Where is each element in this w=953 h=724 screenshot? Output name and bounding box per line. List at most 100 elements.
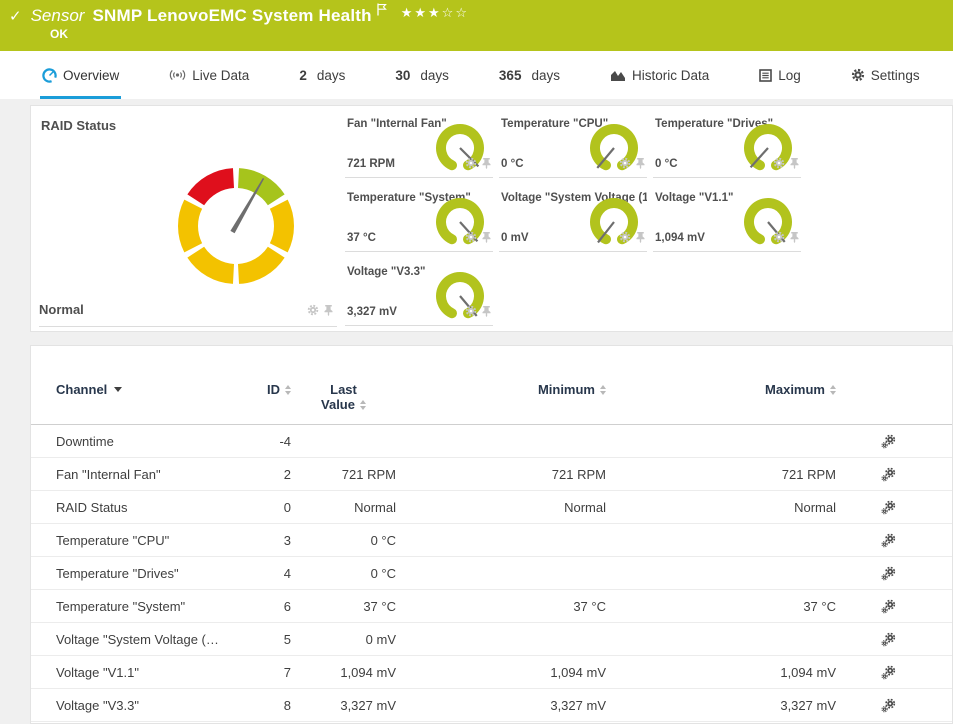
pin-icon[interactable] [481,156,492,174]
table-header-row: Channel ID Last Value Minimum Maximum [31,382,952,425]
tab-settings-label: Settings [871,68,920,83]
table-row[interactable]: Voltage "System Voltage (… 5 0 mV [31,623,952,656]
mini-gauge-value: 0 °C [655,158,678,170]
tab-365-days[interactable]: 365days [497,51,562,99]
gear-icon[interactable] [619,156,631,174]
priority-stars[interactable]: ★★★☆☆ [401,5,469,21]
channel-minimum: 37 °C [396,599,606,614]
channel-name: Fan "Internal Fan" [56,467,251,482]
gear-icon[interactable] [773,156,785,174]
table-row[interactable]: Voltage "V3.3" 8 3,327 mV 3,327 mV 3,327… [31,689,952,722]
sort-icon [360,400,366,410]
channel-name: Temperature "System" [56,599,251,614]
pin-icon[interactable] [481,230,492,248]
pin-icon[interactable] [789,230,800,248]
pin-icon[interactable] [635,156,646,174]
tab-2-days[interactable]: 2days [297,51,347,99]
channel-last-value: 721 RPM [291,467,396,482]
object-kind-label: Sensor [31,6,85,26]
pin-icon[interactable] [635,230,646,248]
channel-settings-button[interactable] [836,566,941,581]
sensor-header-bar: ✓ Sensor SNMP LenovoEMC System Health ★★… [0,0,953,51]
table-row[interactable]: Voltage "V1.1" 7 1,094 mV 1,094 mV 1,094… [31,656,952,689]
table-row[interactable]: Temperature "CPU" 3 0 °C [31,524,952,557]
gear-icon[interactable] [465,156,477,174]
channel-id: 7 [251,665,291,680]
gauge-icon [42,68,57,83]
channel-id: 6 [251,599,291,614]
channel-settings-button[interactable] [836,500,941,515]
tab-overview[interactable]: Overview [40,51,121,99]
sensor-name: SNMP LenovoEMC System Health [92,6,371,26]
raid-gauge-title: RAID Status [41,118,116,133]
tab-live-data[interactable]: Live Data [167,51,251,99]
pin-icon[interactable] [481,304,492,322]
tab-30-days[interactable]: 30 days [393,51,451,99]
channel-last-value: 1,094 mV [291,665,396,680]
gear-icon[interactable] [619,230,631,248]
raid-status-value: Normal [39,302,84,317]
channel-settings-button[interactable] [836,434,941,449]
mini-gauge-cell: Temperature "Drives" 0 °C [653,111,801,178]
channel-settings-button[interactable] [836,533,941,548]
sort-icon [830,385,836,395]
channel-id: 3 [251,533,291,548]
gear-icon[interactable] [307,303,319,321]
table-row[interactable]: Temperature "System" 6 37 °C 37 °C 37 °C [31,590,952,623]
channel-minimum: 1,094 mV [396,665,606,680]
channel-maximum: 37 °C [606,599,836,614]
mini-gauge-cell: Temperature "System" 37 °C [345,185,493,252]
table-row[interactable]: RAID Status 0 Normal Normal Normal [31,491,952,524]
channel-id: 8 [251,698,291,713]
column-header-maximum[interactable]: Maximum [606,382,836,397]
pin-icon[interactable] [323,303,334,321]
channel-settings-button[interactable] [836,665,941,680]
tab-30-days-number: 30 [395,68,410,83]
channel-name: Downtime [56,434,251,449]
gear-icon [851,68,865,82]
mini-gauge-value: 1,094 mV [655,232,705,244]
tab-settings[interactable]: Settings [849,51,922,99]
gear-icon[interactable] [465,230,477,248]
channel-id: 5 [251,632,291,647]
table-row[interactable]: Temperature "Drives" 4 0 °C [31,557,952,590]
column-header-last-value[interactable]: Last Value [291,382,396,412]
channel-settings-button[interactable] [836,698,941,713]
channel-minimum: Normal [396,500,606,515]
channel-name: Voltage "V1.1" [56,665,251,680]
channel-last-value: 37 °C [291,599,396,614]
sort-desc-icon [114,387,122,392]
tab-2-days-unit: days [317,68,346,83]
pin-icon[interactable] [789,156,800,174]
tab-live-data-label: Live Data [192,68,249,83]
channel-name: Voltage "System Voltage (… [56,632,251,647]
area-chart-icon [610,69,626,82]
tab-historic-data[interactable]: Historic Data [608,51,711,99]
mini-gauge-cell: Temperature "CPU" 0 °C [499,111,647,178]
tab-30-days-unit: days [420,68,449,83]
mini-gauge-value: 37 °C [347,232,376,244]
tab-bar: Overview Live Data 2days 30days 365days … [0,51,953,99]
raid-status-gauge [175,165,297,287]
table-row[interactable]: Downtime -4 [31,425,952,458]
flag-icon[interactable] [377,3,387,21]
channel-settings-button[interactable] [836,599,941,614]
tab-overview-label: Overview [63,68,119,83]
gear-icon[interactable] [465,304,477,322]
tab-log[interactable]: Log [757,51,803,99]
table-row[interactable]: Fan "Internal Fan" 2 721 RPM 721 RPM 721… [31,458,952,491]
channel-settings-button[interactable] [836,632,941,647]
column-header-id[interactable]: ID [251,382,291,397]
mini-gauge-grid: Fan "Internal Fan" 721 RPM Temperature "… [345,111,953,333]
gear-icon[interactable] [773,230,785,248]
broadcast-icon [169,68,186,82]
table-body: Downtime -4 Fan "Internal Fan" 2 721 RPM… [31,425,952,722]
empty-gauge-cell [499,259,647,326]
column-header-minimum[interactable]: Minimum [396,382,606,397]
channel-name: Voltage "V3.3" [56,698,251,713]
tab-365-days-number: 365 [499,68,522,83]
channel-settings-button[interactable] [836,467,941,482]
channel-name: RAID Status [56,500,251,515]
channel-id: 0 [251,500,291,515]
column-header-channel[interactable]: Channel [56,382,251,397]
